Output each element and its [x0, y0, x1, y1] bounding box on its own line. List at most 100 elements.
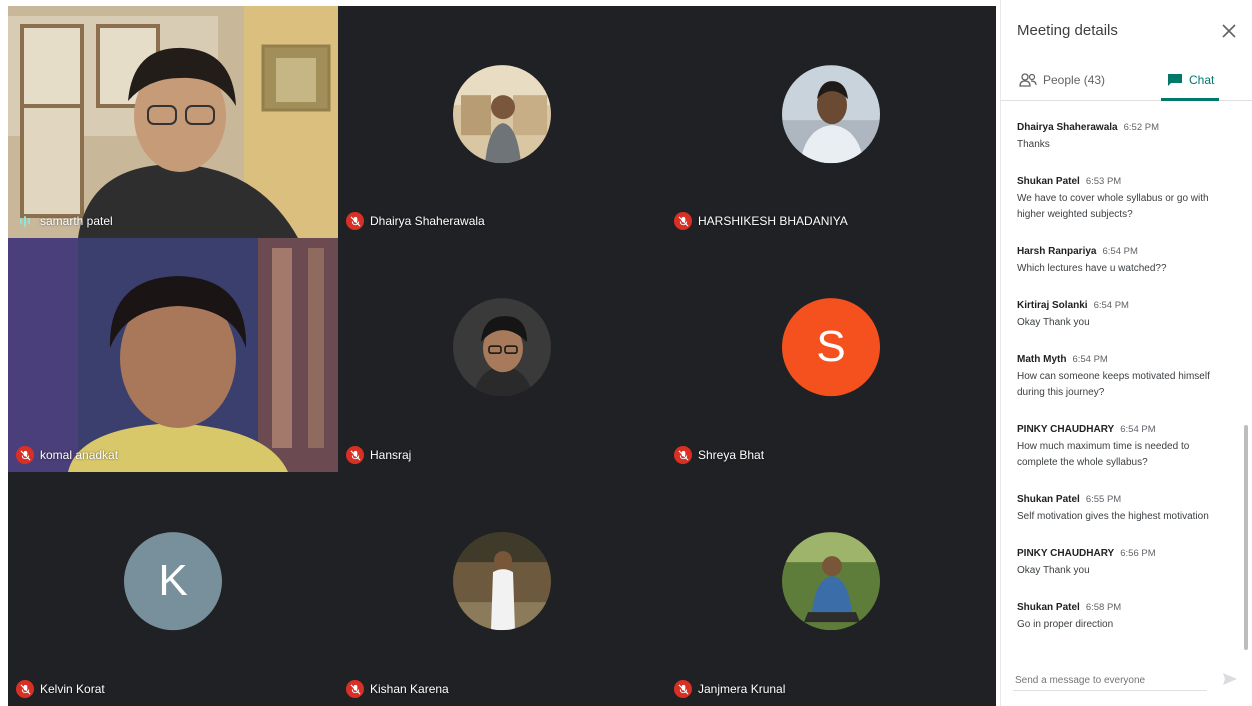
message-text: Okay Thank you — [1017, 317, 1090, 328]
close-icon — [1222, 24, 1236, 38]
message-time: 6:58 PM — [1085, 602, 1122, 613]
chat-message: Shukan Patel 6:53 PM We have to cover who… — [1017, 176, 1237, 223]
panel-tabs: People (43) Chat — [1001, 60, 1252, 101]
participant-name: Janjmera Krunal — [698, 682, 786, 696]
avatar — [453, 298, 551, 397]
avatar-initial: K — [158, 556, 188, 606]
video-grid: samarth patel Dhairya Shaherawala HARSHI… — [0, 0, 1000, 706]
mic-off-icon — [346, 212, 364, 230]
avatar — [453, 65, 551, 164]
participant-name-tag: Hansraj — [346, 446, 411, 464]
message-text: How much maximum time is needed to comple… — [1017, 441, 1190, 468]
chat-message-input[interactable] — [1013, 670, 1207, 691]
participant-tile-shreya-bhat[interactable]: S Shreya Bhat — [666, 238, 996, 472]
avatar — [782, 532, 880, 631]
chat-message: Kirtiraj Solanki 6:54 PM Okay Thank you — [1017, 300, 1237, 331]
avatar-initial: S — [816, 322, 846, 372]
message-sender: PINKY CHAUDHARY — [1017, 548, 1115, 559]
message-text: Which lectures have u watched?? — [1017, 263, 1167, 274]
tab-chat-label: Chat — [1189, 73, 1215, 87]
message-sender: Shukan Patel — [1017, 176, 1080, 187]
message-sender: Dhairya Shaherawala — [1017, 122, 1118, 133]
meeting-details-panel: Meeting details People (43) Chat Dhairya… — [1000, 0, 1252, 706]
message-time: 6:54 PM — [1102, 246, 1138, 257]
message-time: 6:54 PM — [1120, 424, 1156, 435]
participant-name-tag: HARSHIKESH BHADANIYA — [674, 212, 848, 230]
participant-name: HARSHIKESH BHADANIYA — [698, 214, 848, 228]
panel-title: Meeting details — [1017, 22, 1118, 39]
message-text: Self motivation gives the highest motiva… — [1017, 511, 1209, 522]
participant-tile-samarth-patel[interactable]: samarth patel — [8, 6, 338, 238]
mic-off-icon — [16, 680, 34, 698]
message-sender: Harsh Ranpariya — [1017, 246, 1097, 257]
avatar — [782, 65, 880, 164]
chat-message: Dhairya Shaherawala 6:52 PM Thanks — [1017, 122, 1237, 153]
chat-message-list[interactable]: Dhairya Shaherawala 6:52 PM Thanks Shukan… — [1001, 100, 1252, 650]
message-time: 6:52 PM — [1123, 122, 1159, 133]
mic-off-icon — [346, 680, 364, 698]
message-text: Okay Thank you — [1017, 565, 1090, 576]
message-sender: Math Myth — [1017, 354, 1067, 365]
chat-message: Math Myth 6:54 PM How can someone keeps m… — [1017, 354, 1237, 401]
participant-name: Shreya Bhat — [698, 448, 765, 462]
message-sender: Shukan Patel — [1017, 494, 1080, 505]
message-sender: PINKY CHAUDHARY — [1017, 424, 1115, 435]
participant-tile-harshikesh-bhadaniya[interactable]: HARSHIKESH BHADANIYA — [666, 6, 996, 238]
speaking-indicator-icon — [16, 212, 34, 230]
message-sender: Kirtiraj Solanki — [1017, 300, 1088, 311]
message-time: 6:55 PM — [1085, 494, 1122, 505]
mic-off-icon — [16, 446, 34, 464]
video-feed — [8, 6, 338, 238]
participant-name: Kelvin Korat — [40, 682, 105, 696]
avatar — [453, 532, 551, 631]
chat-message: PINKY CHAUDHARY 6:54 PM How much maximum … — [1017, 424, 1237, 471]
send-icon — [1223, 673, 1237, 685]
tab-people-label: People (43) — [1043, 73, 1106, 87]
chat-icon — [1168, 74, 1182, 86]
participant-name-tag: komal anadkat — [16, 446, 118, 464]
chat-message: PINKY CHAUDHARY 6:56 PM Okay Thank you — [1017, 548, 1237, 579]
video-feed — [8, 238, 338, 472]
participant-name-tag: Dhairya Shaherawala — [346, 212, 485, 230]
close-button[interactable] — [1218, 20, 1240, 42]
tab-people[interactable]: People (43) — [1019, 60, 1105, 100]
message-sender: Shukan Patel — [1017, 602, 1080, 613]
participant-tile-hansraj[interactable]: Hansraj — [338, 238, 666, 472]
participant-name-tag: Kelvin Korat — [16, 680, 105, 698]
chat-message: Harsh Ranpariya 6:54 PM Which lectures ha… — [1017, 246, 1237, 277]
avatar: S — [782, 298, 880, 397]
participant-tile-kelvin-korat[interactable]: K Kelvin Korat — [8, 472, 338, 706]
message-time: 6:53 PM — [1085, 176, 1122, 187]
send-button[interactable] — [1221, 670, 1239, 688]
participant-name: komal anadkat — [40, 448, 119, 462]
participant-tile-janjmera-krunal[interactable]: Janjmera Krunal — [666, 472, 996, 706]
participant-tile-dhairya-shaherawala[interactable]: Dhairya Shaherawala — [338, 6, 666, 238]
message-text: Thanks — [1017, 139, 1050, 150]
participant-name: samarth patel — [40, 214, 113, 228]
message-text: Go in proper direction — [1017, 619, 1114, 630]
mic-off-icon — [674, 680, 692, 698]
mic-off-icon — [674, 446, 692, 464]
mic-off-icon — [346, 446, 364, 464]
participant-tile-komal-anadkat[interactable]: komal anadkat — [8, 238, 338, 472]
tab-chat[interactable]: Chat — [1167, 60, 1214, 100]
people-icon — [1019, 73, 1037, 87]
message-text: We have to cover whole syllabus or go wi… — [1017, 193, 1209, 220]
chat-message: Shukan Patel 6:55 PM Self motivation give… — [1017, 494, 1237, 525]
message-time: 6:56 PM — [1120, 548, 1156, 559]
participant-name: Dhairya Shaherawala — [370, 214, 485, 228]
chat-scrollbar[interactable] — [1244, 425, 1248, 650]
participant-name-tag: Janjmera Krunal — [674, 680, 785, 698]
message-text: How can someone keeps motivated himself d… — [1017, 371, 1210, 398]
participant-name-tag: Kishan Karena — [346, 680, 449, 698]
participant-name-tag: Shreya Bhat — [674, 446, 764, 464]
participant-name: Kishan Karena — [370, 682, 449, 696]
participant-name: Hansraj — [370, 448, 412, 462]
avatar: K — [124, 532, 222, 631]
message-time: 6:54 PM — [1072, 354, 1108, 365]
chat-compose — [1001, 660, 1252, 706]
participant-name-tag: samarth patel — [16, 212, 113, 230]
participant-tile-kishan-karena[interactable]: Kishan Karena — [338, 472, 666, 706]
chat-message: Shukan Patel 6:58 PM Go in proper directi… — [1017, 602, 1237, 633]
mic-off-icon — [674, 212, 692, 230]
